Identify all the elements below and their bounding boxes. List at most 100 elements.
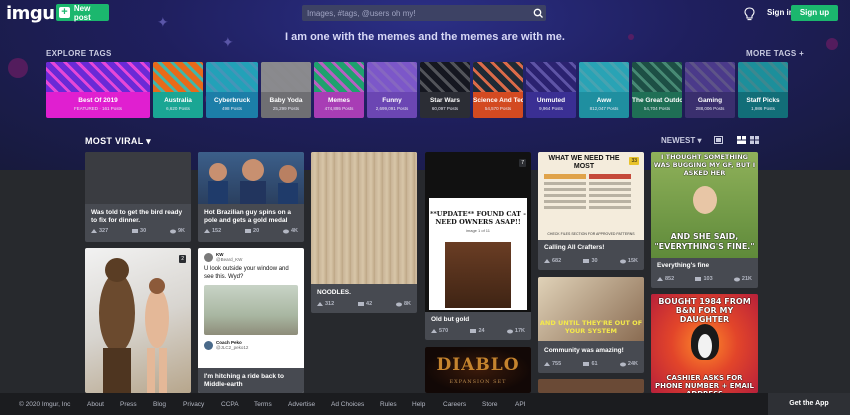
post-image: **UPDATE** FOUND CAT - NEED OWNERS ASAP!… [425, 152, 531, 312]
most-viral-dropdown[interactable]: MOST VIRAL ▾ [85, 136, 151, 147]
post-stats: 152 20 4K [204, 228, 298, 234]
post-card[interactable]: KW @Beard_KW U look outside your window a… [198, 248, 304, 393]
tag-image [314, 62, 364, 92]
upvote-count: 312 [317, 301, 334, 307]
tag-tile[interactable]: Australia 6,620 Posts [153, 62, 203, 118]
post-image: I THOUGHT SOMETHING WAS BUGGING MY GF, B… [651, 152, 758, 258]
tag-post-count: 6,620 Posts [166, 106, 190, 111]
post-card[interactable]: Hot Brazilian guy spins on a pole and ge… [198, 152, 304, 242]
post-card[interactable]: BOUGHT 1984 FROM B&N FOR MY DAUGHTER CAS… [651, 294, 758, 393]
footer-link[interactable]: Help [412, 401, 425, 408]
tag-image [206, 62, 258, 92]
view-count: 24K [619, 361, 638, 367]
sign-in-link[interactable]: Sign in [767, 8, 794, 17]
comment-count: 20 [245, 228, 259, 234]
footer-link[interactable]: CCPA [221, 401, 239, 408]
tag-tile[interactable]: Best Of 2019 FEATURED · 161 Posts [46, 62, 150, 118]
tag-tile[interactable]: The Great Outdoors 54,704 Posts [632, 62, 682, 118]
comment-icon [132, 228, 139, 233]
upvote-icon [91, 228, 97, 233]
tag-name: Best Of 2019 [78, 97, 118, 104]
tag-tile[interactable]: Funny 2,699,091 Posts [367, 62, 417, 118]
post-card[interactable]: AND UNTIL THEY'RE OUT OF YOUR SYSTEM Com… [538, 277, 644, 373]
tag-body: Star Wars 60,097 Posts [420, 92, 470, 118]
get-the-app-button[interactable]: Get the App [768, 393, 850, 415]
new-post-label: New post [73, 3, 91, 22]
comment-count: 30 [583, 258, 598, 264]
tag-name: Unmuted [536, 97, 566, 104]
eye-icon [619, 362, 626, 366]
tag-name: Science And Tech [473, 97, 523, 104]
sort-dropdown[interactable]: NEWEST ▾ [661, 136, 701, 145]
infographic-footer: CHECK FILES SECTION FOR APPROVED PATTERN… [547, 232, 635, 236]
tweet-image [204, 285, 298, 335]
penguin-belly [698, 334, 712, 358]
sign-up-button[interactable]: Sign up [791, 5, 838, 21]
meme-caption: AND UNTIL THEY'RE OUT OF YOUR SYSTEM [539, 319, 643, 335]
post-card[interactable]: I THOUGHT SOMETHING WAS BUGGING MY GF, B… [651, 152, 758, 288]
post-card[interactable]: DIABLO EXPANSION SET [425, 347, 531, 393]
upvote-count: 852 [657, 276, 674, 282]
tag-name: Baby Yoda [269, 97, 303, 104]
footer-link[interactable]: About [87, 401, 104, 408]
compact-grid-icon[interactable] [750, 136, 759, 144]
post-card[interactable]: 2 [85, 248, 191, 393]
infographic-list [544, 174, 634, 228]
footer-link[interactable]: Store [482, 401, 498, 408]
footer-link[interactable]: Careers [443, 401, 466, 408]
tag-post-count: 498 Posts [221, 106, 242, 111]
footer-link[interactable]: Privacy [183, 401, 204, 408]
footer-link[interactable]: Rules [380, 401, 397, 408]
post-card[interactable] [538, 379, 644, 393]
post-image: DIABLO EXPANSION SET [425, 347, 531, 393]
post-card[interactable]: WHAT WE NEED THE MOST CHECK FILES SECTIO… [538, 152, 644, 270]
tag-post-count: 9,964 Posts [539, 106, 563, 111]
costume-photo [99, 258, 169, 393]
footer-link[interactable]: Terms [254, 401, 272, 408]
footer-link[interactable]: Advertise [288, 401, 315, 408]
footer-link[interactable]: API [515, 401, 525, 408]
tag-post-count: 54,570 Posts [484, 106, 512, 111]
tag-image [46, 62, 150, 92]
footer-link[interactable]: Press [120, 401, 137, 408]
comment-count: 61 [583, 361, 598, 367]
comment-icon [583, 361, 590, 366]
view-toggle-icon[interactable] [714, 136, 723, 144]
tag-tile[interactable]: Memes 474,895 Posts [314, 62, 364, 118]
search-button[interactable] [530, 5, 546, 21]
tag-post-count: FEATURED · 161 Posts [74, 106, 122, 111]
search-icon [533, 8, 543, 18]
more-tags-link[interactable]: MORE TAGS + [746, 49, 804, 58]
search-input[interactable] [302, 5, 526, 21]
tag-tile[interactable]: Aww 812,047 Posts [579, 62, 629, 118]
tag-tile[interactable]: Baby Yoda 25,299 Posts [261, 62, 311, 118]
footer-link[interactable]: Blog [153, 401, 166, 408]
post-card[interactable]: **UPDATE** FOUND CAT - NEED OWNERS ASAP!… [425, 152, 531, 340]
post-card[interactable]: NOODLES. 312 42 8K [311, 152, 417, 313]
grid-view-icon[interactable] [737, 136, 746, 144]
tag-post-count: 2,699,091 Posts [375, 106, 409, 111]
tag-name: The Great Outdoors [632, 97, 682, 104]
image-count-badge: 33 [629, 157, 639, 165]
tag-body: The Great Outdoors 54,704 Posts [632, 92, 682, 118]
tag-name: Australia [164, 97, 192, 104]
post-card[interactable]: Was told to get the bird ready to fix fo… [85, 152, 191, 242]
tag-tile[interactable]: Unmuted 9,964 Posts [526, 62, 576, 118]
tag-tile[interactable]: Cyberbruck 498 Posts [206, 62, 258, 118]
new-post-button[interactable]: + New post [56, 3, 109, 22]
lightbulb-icon[interactable] [743, 7, 756, 21]
meme-top-text: BOUGHT 1984 FROM B&N FOR MY DAUGHTER [658, 297, 751, 324]
upvote-count: 570 [431, 328, 448, 334]
tag-tile[interactable]: Science And Tech 54,570 Posts [473, 62, 523, 118]
tag-image [738, 62, 788, 92]
tag-tile[interactable]: Star Wars 60,097 Posts [420, 62, 470, 118]
imgur-logo[interactable]: imgur [6, 3, 64, 24]
tag-tile[interactable]: Gaming 288,006 Posts [685, 62, 735, 118]
upvote-icon [431, 328, 437, 333]
footer-link[interactable]: Ad Choices [331, 401, 364, 408]
post-title: Hot Brazilian guy spins on a pole and ge… [204, 209, 292, 224]
hero-banner: ✦ ✦ imgur + New post Sign in Sign up I a… [0, 0, 850, 170]
decor-bubble [8, 58, 28, 78]
comment-count: 24 [470, 328, 485, 334]
tag-tile[interactable]: Staff Picks 1,986 Posts [738, 62, 788, 118]
